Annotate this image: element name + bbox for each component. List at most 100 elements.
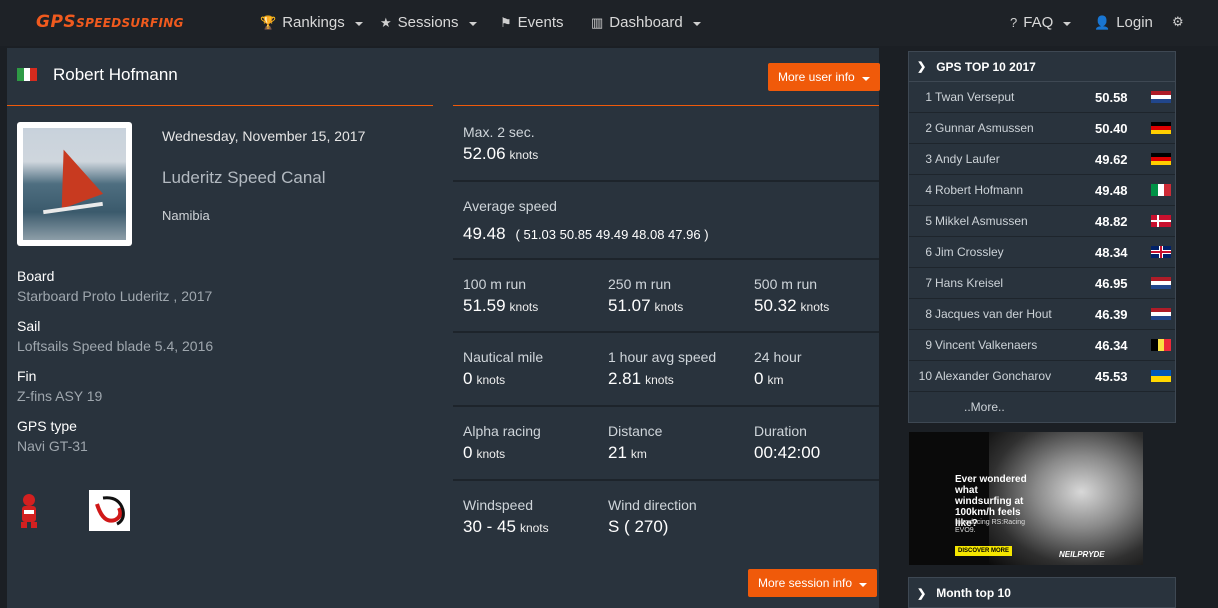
rank-speed: 49.62 (1095, 151, 1128, 167)
user-name[interactable]: Robert Hofmann (53, 65, 178, 85)
divider (453, 105, 879, 106)
top10-panel: ❯ GPS TOP 10 2017 1 Twan Verseput 50.58 2 Gu… (908, 51, 1176, 423)
stat-row-max: Max. 2 sec. 52.06 knots (453, 108, 879, 182)
stat-250m-run: 250 m run 51.07 knots (608, 276, 684, 315)
rank-speed: 45.53 (1095, 368, 1128, 384)
top10-row[interactable]: 3 Andy Laufer 49.62 (909, 144, 1175, 175)
rank-position: 9 (925, 338, 932, 352)
chevron-down-icon (354, 21, 363, 26)
rank-speed: 50.58 (1095, 89, 1128, 105)
rank-position: 3 (925, 152, 932, 166)
ukraine-flag-icon (1151, 370, 1171, 382)
rank-name: Gunnar Asmussen (935, 121, 1034, 135)
fin-label: Fin (17, 368, 37, 384)
brand-logo[interactable]: GPSSPEEDSURFING (36, 12, 184, 32)
chevron-down-icon (1063, 21, 1072, 26)
settings-gear[interactable]: ⚙ (1172, 14, 1184, 30)
rank-speed: 49.48 (1095, 182, 1128, 198)
ad-brand-logo: NEILPRYDE (1059, 550, 1105, 559)
sponsor-logo-mascot-icon[interactable] (17, 492, 41, 530)
top10-row[interactable]: 5 Mikkel Asmussen 48.82 (909, 206, 1175, 237)
top10-row[interactable]: 4 Robert Hofmann 49.48 (909, 175, 1175, 206)
rank-position: 4 (925, 183, 932, 197)
top10-row[interactable]: 8 Jacques van der Hout 46.39 (909, 299, 1175, 330)
rank-speed: 46.39 (1095, 306, 1128, 322)
stat-24-hour: 24 hour 0 km (754, 349, 802, 388)
flag-checkered-icon: ⚑ (500, 14, 512, 30)
session-photo[interactable] (17, 122, 132, 246)
divider (7, 105, 433, 106)
stat-1-hour-avg: 1 hour avg speed 2.81 knots (608, 349, 717, 388)
top10-row[interactable]: 9 Vincent Valkenaers 46.34 (909, 330, 1175, 361)
gear-icon: ⚙ (1172, 14, 1184, 29)
chevron-down-icon (692, 21, 701, 26)
stat-500m-run: 500 m run 50.32 knots (754, 276, 830, 315)
rank-speed: 48.34 (1095, 244, 1128, 260)
italy-flag-icon (17, 68, 38, 81)
rank-speed: 46.34 (1095, 337, 1128, 353)
stat-row-alpha: Alpha racing 0 knots Distance 21 km Durati… (453, 407, 879, 481)
session-date: Wednesday, November 15, 2017 (162, 128, 366, 144)
top10-row[interactable]: 1 Twan Verseput 50.58 (909, 82, 1175, 113)
rank-name: Mikkel Asmussen (935, 214, 1028, 228)
more-user-info-button[interactable]: More user info (768, 63, 881, 91)
session-spot[interactable]: Luderitz Speed Canal (162, 168, 326, 188)
stat-max-2sec: Max. 2 sec. 52.06 knots (463, 124, 539, 163)
italy-flag-icon (1151, 184, 1172, 196)
board-value: Starboard Proto Luderitz , 2017 (17, 288, 213, 304)
windsurf-sail-image (42, 142, 104, 209)
sail-label: Sail (17, 318, 41, 334)
top10-row[interactable]: 10 Alexander Goncharov 45.53 (909, 361, 1175, 392)
top-navbar: GPSSPEEDSURFING 🏆 Rankings ★ Sessions ⚑ … (0, 0, 1218, 46)
top10-header[interactable]: ❯ GPS TOP 10 2017 (909, 52, 1175, 82)
ad-subtext: Introducing RS:Racing EVO9. (955, 519, 1026, 534)
chevron-down-icon (468, 21, 477, 26)
top10-more-link[interactable]: ..More.. (909, 392, 1175, 422)
nav-rankings[interactable]: 🏆 Rankings (260, 14, 363, 31)
rank-name: Jacques van der Hout (935, 307, 1052, 321)
top10-row[interactable]: 6 Jim Crossley 48.34 (909, 237, 1175, 268)
belgium-flag-icon (1151, 339, 1172, 351)
session-panel: Robert Hofmann More user info Wednesday,… (7, 48, 881, 608)
nav-dashboard[interactable]: ▥ Dashboard (591, 14, 701, 31)
rank-name: Alexander Goncharov (935, 369, 1052, 383)
stat-alpha-racing: Alpha racing 0 knots (463, 423, 541, 462)
question-icon: ? (1010, 15, 1018, 30)
chevron-down-icon (859, 583, 868, 587)
sponsor-logo-loftsails[interactable] (89, 490, 130, 531)
rank-position: 2 (925, 121, 932, 135)
nav-login[interactable]: 👤 Login (1094, 14, 1153, 31)
stat-average-speed: Average speed 49.48( 51.03 50.85 49.49 4… (463, 198, 709, 243)
rank-speed: 46.95 (1095, 275, 1128, 291)
month-top10-panel: ❯ Month top 10 (908, 577, 1176, 608)
session-country: Namibia (162, 208, 210, 223)
netherlands-flag-icon (1151, 277, 1171, 289)
rank-name: Jim Crossley (935, 245, 1004, 259)
neilpryde-ad-banner[interactable]: Ever wondered what windsurfing at 100km/… (909, 432, 1143, 565)
nav-faq[interactable]: ? FAQ (1010, 14, 1072, 31)
top10-row[interactable]: 2 Gunnar Asmussen 50.40 (909, 113, 1175, 144)
stat-row-runs: 100 m run 51.59 knots 250 m run 51.07 knot… (453, 260, 879, 333)
more-session-info-button[interactable]: More session info (748, 569, 878, 597)
stat-windspeed: Windspeed 30 - 45 knots (463, 497, 549, 536)
rank-position: 10 (918, 369, 932, 383)
stat-nautical-mile: Nautical mile 0 knots (463, 349, 544, 388)
germany-flag-icon (1151, 153, 1171, 165)
stat-duration: Duration 00:42:00 (754, 423, 821, 462)
ad-discover-button[interactable]: DISCOVER MORE (955, 546, 1013, 556)
gps-type-value: Navi GT-31 (17, 438, 88, 454)
rank-name: Andy Laufer (935, 152, 1000, 166)
bar-chart-icon: ▥ (591, 14, 604, 30)
chevron-down-icon (862, 77, 871, 81)
star-icon: ★ (380, 14, 392, 30)
top10-row[interactable]: 7 Hans Kreisel 46.95 (909, 268, 1175, 299)
rank-position: 8 (925, 307, 932, 321)
stat-row-wind: Windspeed 30 - 45 knots Wind direction S … (453, 481, 879, 555)
nav-sessions[interactable]: ★ Sessions (380, 14, 477, 31)
nav-events[interactable]: ⚑ Events (500, 14, 564, 31)
rank-speed: 48.82 (1095, 213, 1128, 229)
user-icon: 👤 (1094, 14, 1111, 30)
denmark-flag-icon (1151, 215, 1171, 227)
month-top10-header[interactable]: ❯ Month top 10 (909, 578, 1175, 608)
fin-value: Z-fins ASY 19 (17, 388, 103, 404)
